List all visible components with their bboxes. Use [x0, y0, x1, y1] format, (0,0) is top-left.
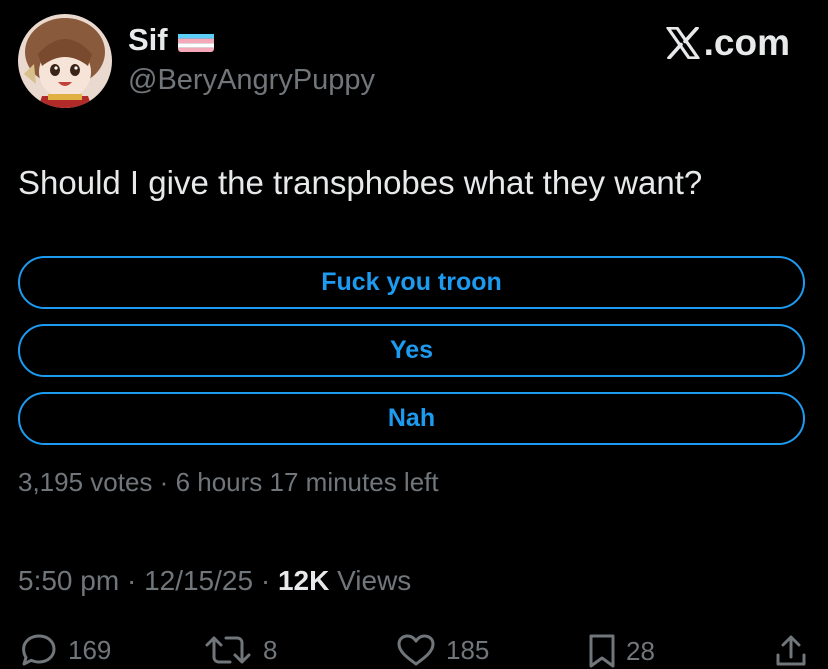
meta-separator: · [159, 467, 169, 497]
transgender-flag-icon [177, 29, 214, 52]
author-display-name-row[interactable]: Sif [128, 22, 214, 58]
author-display-name[interactable]: Sif [128, 22, 168, 58]
avatar-image [18, 14, 112, 108]
share-button[interactable] [774, 633, 808, 669]
share-icon [776, 635, 806, 666]
repost-icon [205, 636, 251, 664]
avatar[interactable] [18, 14, 112, 108]
poll-meta: 3,195 votes · 6 hours 17 minutes left [18, 467, 439, 498]
reply-icon [22, 634, 56, 666]
tweet-date[interactable]: 12/15/25 [144, 565, 253, 596]
heart-icon [397, 634, 435, 666]
brand-domain-label: .com [703, 22, 790, 63]
tweet-timestamp-row: 5:50 pm · 12/15/25 · 12K Views [18, 565, 411, 597]
meta-separator: · [126, 565, 137, 596]
poll-option-1[interactable]: Fuck you troon [18, 256, 805, 309]
meta-separator: · [260, 565, 271, 596]
x-logo-icon [666, 27, 700, 59]
x-brand-logo: .com [666, 22, 790, 64]
views-label: Views [337, 565, 412, 596]
bookmark-icon [589, 634, 615, 668]
poll-option-2[interactable]: Yes [18, 324, 805, 377]
bookmark-button[interactable]: 28 [588, 633, 655, 669]
reply-count: 169 [68, 634, 112, 665]
poll-option-label: Yes [389, 336, 434, 364]
author-handle[interactable]: @BeryAngryPuppy [128, 64, 375, 97]
poll-time-left: 6 hours 17 minutes left [175, 467, 439, 497]
views-count: 12K [277, 565, 330, 596]
repost-button[interactable]: 8 [203, 633, 277, 667]
repost-count: 8 [263, 634, 278, 665]
poll-vote-count: 3,195 votes [18, 467, 153, 497]
tweet-text: Should I give the transphobes what they … [18, 164, 703, 201]
bookmark-count: 28 [626, 635, 655, 666]
poll-option-3[interactable]: Nah [18, 392, 805, 445]
poll-option-label: Nah [387, 404, 436, 432]
like-button[interactable]: 185 [396, 633, 489, 667]
poll-option-label: Fuck you troon [321, 268, 502, 296]
like-count: 185 [446, 634, 490, 665]
reply-button[interactable]: 169 [20, 633, 111, 667]
tweet-time[interactable]: 5:50 pm [18, 565, 119, 596]
